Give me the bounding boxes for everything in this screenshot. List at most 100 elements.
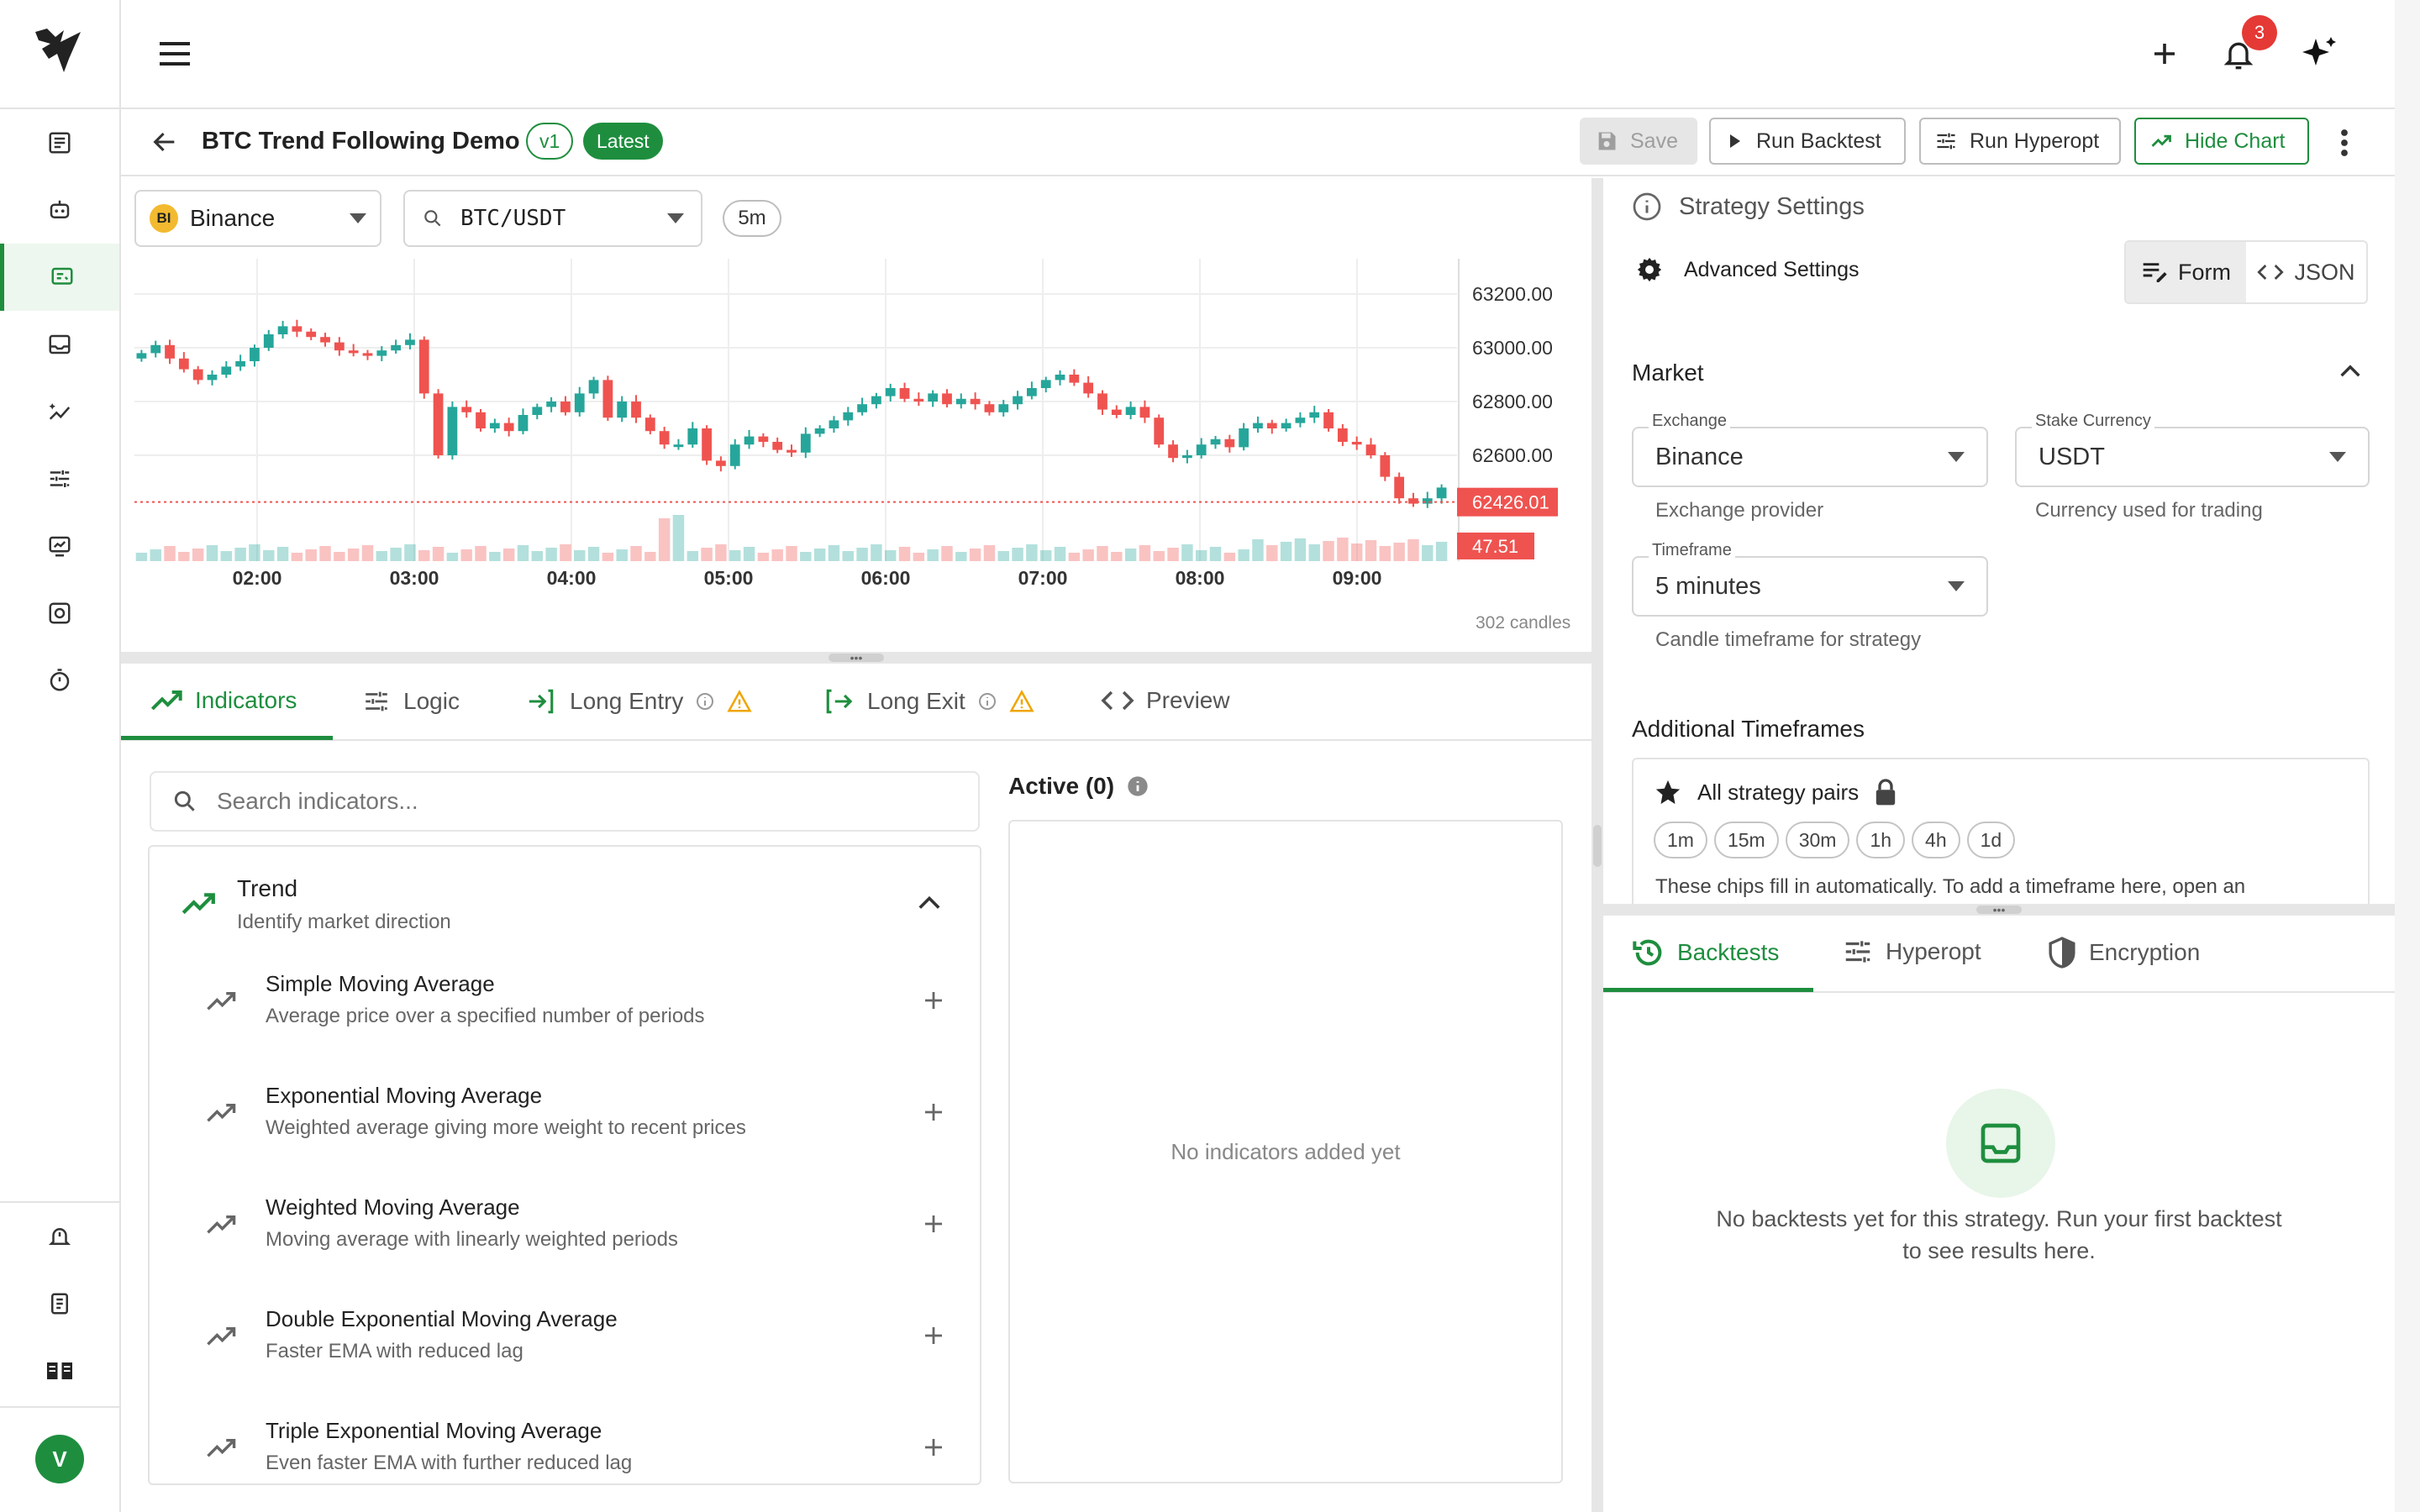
exchange-field[interactable]: Binance <box>1632 427 1988 487</box>
add-icon <box>925 992 942 1009</box>
timeframe-field[interactable]: 5 minutes <box>1632 556 1988 617</box>
trending-up-icon <box>182 893 215 915</box>
candle-body <box>1351 442 1362 445</box>
volume-bar <box>305 549 317 561</box>
volume-bar <box>1181 544 1193 561</box>
timeframe-chip[interactable]: 30m <box>1785 822 1850 858</box>
sidebar-item-timer[interactable] <box>0 647 119 714</box>
list-item[interactable]: Weighted Moving Average Moving average wi… <box>150 1174 980 1282</box>
tab-encryption[interactable]: Encryption <box>2047 936 2200 969</box>
volume-bar <box>1097 546 1108 561</box>
exchange-badge: BI <box>150 204 178 233</box>
empty-backtests-text: No backtests yet for this strategy. Run … <box>1716 1206 2282 1263</box>
volume-bar <box>1379 546 1392 561</box>
chevron-up-icon[interactable] <box>918 895 941 911</box>
run-hyperopt-button[interactable]: Run Hyperopt <box>1919 118 2121 165</box>
hide-chart-button[interactable]: Hide Chart <box>2134 118 2309 165</box>
volume-bar <box>517 545 529 561</box>
timeframe-chip[interactable]: 1m <box>1654 822 1707 858</box>
candle-body <box>1083 382 1094 394</box>
volume-bar <box>1039 550 1052 561</box>
timeframe-chip[interactable]: 15m <box>1713 822 1779 858</box>
notification-badge: 3 <box>2242 15 2277 50</box>
sidebar-item-strategies[interactable] <box>0 244 119 311</box>
add-indicator-button[interactable] <box>921 988 946 1013</box>
chevron-up-icon[interactable] <box>2339 365 2361 378</box>
sidebar-item-backtests[interactable] <box>0 311 119 378</box>
list-item[interactable]: Simple Moving Average Average price over … <box>150 951 980 1058</box>
info-filled-icon[interactable] <box>1126 774 1150 798</box>
add-icon[interactable] <box>2149 39 2180 69</box>
indicator-search[interactable] <box>150 771 980 832</box>
sidebar-item-monitor[interactable] <box>0 512 119 580</box>
volume-bar <box>1139 545 1151 561</box>
timeframe-chip[interactable]: 5m <box>723 200 781 237</box>
panel-resize-handle[interactable] <box>1591 178 1603 1512</box>
last-price-label: 62426.01 <box>1472 492 1549 513</box>
app-logo[interactable] <box>30 25 89 77</box>
add-icon <box>925 1215 942 1232</box>
volume-bar <box>1012 548 1023 561</box>
info-icon <box>978 693 996 710</box>
sidebar-item-alerts[interactable] <box>0 1203 119 1270</box>
document-icon <box>51 1293 68 1315</box>
sidebar-item-hyperopt[interactable] <box>0 445 119 512</box>
json-toggle-button[interactable]: JSON <box>2246 242 2366 302</box>
y-tick-label: 62600.00 <box>1472 444 1553 466</box>
candle-body <box>1436 487 1447 499</box>
volume-bar <box>941 546 953 561</box>
volume-bar <box>276 547 289 561</box>
tab-long-entry[interactable]: Long Entry <box>524 687 753 716</box>
more-vert-icon[interactable] <box>2339 128 2349 158</box>
avatar[interactable]: V <box>35 1435 84 1483</box>
candle-body <box>588 380 599 394</box>
save-button[interactable]: Save <box>1580 118 1697 165</box>
trending-up-icon <box>150 690 182 711</box>
candle-body <box>221 366 232 375</box>
sidebar-item-guide[interactable] <box>0 1337 119 1404</box>
add-indicator-button[interactable] <box>921 1211 946 1236</box>
tab-logic[interactable]: Logic <box>361 687 460 716</box>
tab-indicators[interactable]: Indicators <box>150 687 297 714</box>
add-indicator-button[interactable] <box>921 1100 946 1125</box>
list-item[interactable]: Exponential Moving Average Weighted avera… <box>150 1063 980 1170</box>
robot-icon <box>50 200 70 218</box>
group-header[interactable]: Trend Identify market direction <box>150 847 980 948</box>
tab-backtests[interactable]: Backtests <box>1632 936 1779 969</box>
sidebar-item-bots[interactable] <box>0 176 119 244</box>
indicator-title: Triple Exponential Moving Average <box>266 1418 602 1443</box>
results-resize-handle[interactable]: ••• <box>1603 904 2395 916</box>
tab-preview[interactable]: Preview <box>1101 687 1230 714</box>
sidebar-item-dashboard[interactable] <box>0 109 119 176</box>
candle-body <box>786 449 797 453</box>
tune-icon <box>50 470 70 487</box>
timeframe-chip[interactable]: 1d <box>1966 822 2016 858</box>
chart-resize-handle[interactable]: ••• <box>121 652 1591 664</box>
settings-header: Strategy Settings <box>1632 192 1865 222</box>
tab-hyperopt[interactable]: Hyperopt <box>1842 936 1981 968</box>
volume-bar <box>1068 553 1081 561</box>
sidebar-item-docs[interactable] <box>0 1270 119 1337</box>
sidebar-item-analytics[interactable] <box>0 378 119 445</box>
timeframe-chip[interactable]: 1h <box>1856 822 1906 858</box>
exchange-select[interactable]: BI Binance <box>134 190 381 247</box>
candlestick-chart[interactable]: 63200.00 63000.00 62800.00 62600.00 02:00 03:… <box>121 259 1591 586</box>
search-input[interactable] <box>217 788 958 815</box>
ai-sparkle-icon[interactable] <box>2299 34 2339 74</box>
list-item[interactable]: Double Exponential Moving Average Faster … <box>150 1286 980 1394</box>
sidebar-item-wallet[interactable] <box>0 580 119 647</box>
stake-currency-field[interactable]: USDT <box>2015 427 2370 487</box>
timeframe-chip[interactable]: 4h <box>1912 822 1960 858</box>
form-toggle-button[interactable]: Form <box>2126 242 2246 302</box>
add-indicator-button[interactable] <box>921 1323 946 1348</box>
back-arrow-icon[interactable] <box>150 128 180 156</box>
scrollbar-track[interactable] <box>2395 0 2420 1512</box>
menu-icon[interactable] <box>158 40 192 67</box>
tab-long-exit[interactable]: Long Exit <box>822 687 1034 716</box>
run-backtest-button[interactable]: Run Backtest <box>1709 118 1906 165</box>
pair-select[interactable]: BTC/USDT <box>403 190 702 247</box>
advanced-settings-button[interactable]: Advanced Settings <box>1635 255 1859 284</box>
add-indicator-button[interactable] <box>921 1435 946 1460</box>
list-item[interactable]: Triple Exponential Moving Average Even fa… <box>150 1398 980 1483</box>
notifications-button[interactable]: 3 <box>2222 15 2277 72</box>
